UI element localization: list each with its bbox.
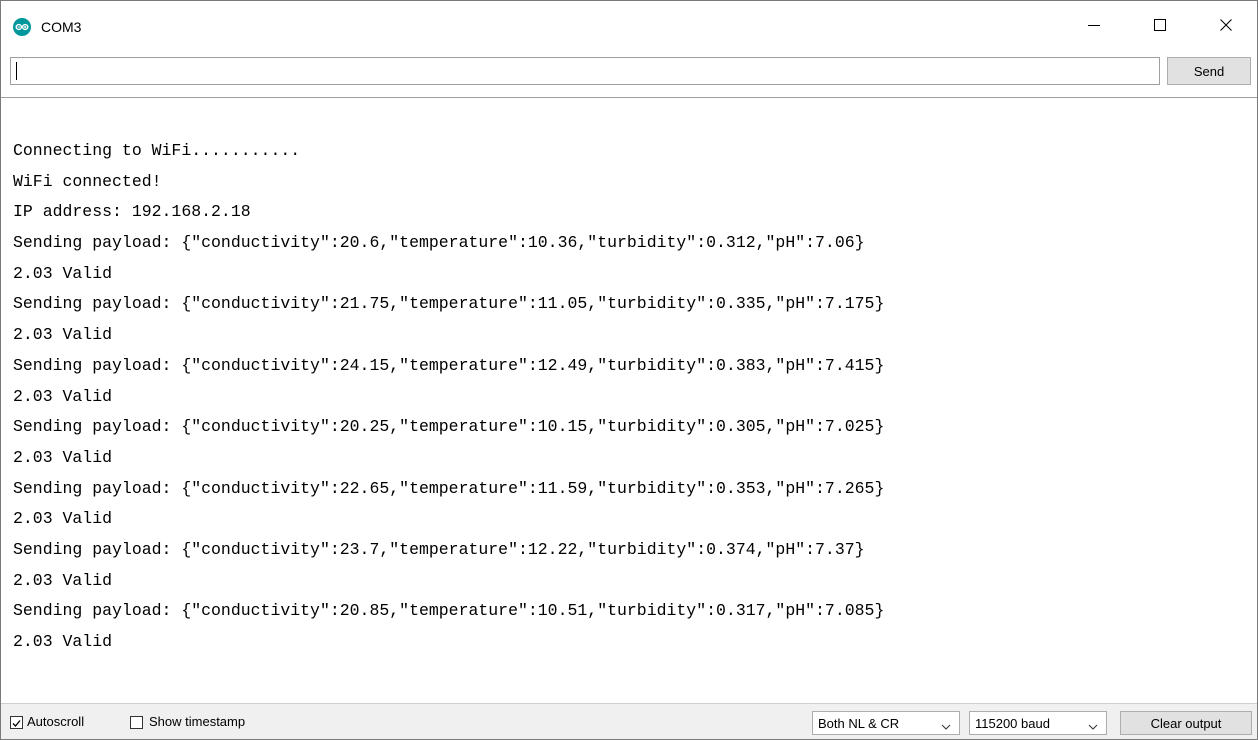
output-line: 2.03 Valid bbox=[13, 325, 113, 345]
close-button[interactable] bbox=[1203, 1, 1249, 53]
serial-monitor-window: COM3 Send Connecting to WiFi........... W… bbox=[0, 0, 1258, 740]
maximize-icon bbox=[1154, 18, 1166, 36]
window-title: COM3 bbox=[41, 19, 82, 35]
serial-input[interactable] bbox=[10, 57, 1160, 85]
show-timestamp-checkbox[interactable] bbox=[130, 716, 143, 729]
output-line: 2.03 Valid bbox=[13, 386, 113, 406]
serial-output[interactable]: Connecting to WiFi........... WiFi connec… bbox=[1, 98, 1257, 702]
output-line: 2.03 Valid bbox=[13, 447, 113, 467]
text-caret bbox=[16, 62, 17, 80]
chevron-down-icon bbox=[941, 719, 951, 734]
send-button[interactable]: Send bbox=[1167, 57, 1251, 85]
output-line: 2.03 Valid bbox=[13, 263, 113, 283]
output-line: 2.03 Valid bbox=[13, 632, 113, 651]
arduino-icon bbox=[13, 18, 31, 36]
output-line: 2.03 Valid bbox=[13, 509, 113, 529]
send-bar: Send bbox=[1, 53, 1257, 98]
output-line: Sending payload: {"conductivity":20.25,"… bbox=[13, 417, 885, 437]
show-timestamp-label[interactable]: Show timestamp bbox=[149, 714, 245, 730]
close-icon bbox=[1220, 18, 1232, 36]
output-line: Connecting to WiFi........... bbox=[13, 141, 301, 160]
output-line: Sending payload: {"conductivity":23.7,"t… bbox=[13, 539, 865, 559]
line-ending-value: Both NL & CR bbox=[818, 715, 900, 731]
baud-rate-select[interactable]: 115200 baud bbox=[969, 711, 1107, 735]
baud-rate-value: 115200 baud bbox=[975, 715, 1050, 731]
status-bar: Autoscroll Show timestamp Both NL & CR 1… bbox=[1, 703, 1257, 739]
output-line: Sending payload: {"conductivity":24.15,"… bbox=[13, 355, 885, 375]
minimize-button[interactable] bbox=[1071, 1, 1117, 53]
minimize-icon bbox=[1088, 18, 1100, 36]
output-line: Sending payload: {"conductivity":21.75,"… bbox=[13, 294, 885, 314]
line-ending-select[interactable]: Both NL & CR bbox=[812, 711, 960, 735]
output-lines: Connecting to WiFi........... WiFi connec… bbox=[13, 136, 884, 658]
autoscroll-label[interactable]: Autoscroll bbox=[27, 714, 84, 730]
output-line: WiFi connected! bbox=[13, 171, 162, 191]
title-bar[interactable]: COM3 bbox=[1, 1, 1257, 53]
chevron-down-icon bbox=[1088, 719, 1098, 734]
output-line: Sending payload: {"conductivity":20.85,"… bbox=[13, 601, 885, 621]
maximize-button[interactable] bbox=[1137, 1, 1183, 53]
output-line: 2.03 Valid bbox=[13, 570, 113, 590]
clear-output-button[interactable]: Clear output bbox=[1120, 711, 1252, 735]
output-line: Sending payload: {"conductivity":20.6,"t… bbox=[13, 233, 865, 253]
output-line: Sending payload: {"conductivity":22.65,"… bbox=[13, 478, 885, 498]
output-line: IP address: 192.168.2.18 bbox=[13, 202, 251, 222]
checkmark-icon bbox=[12, 720, 21, 727]
autoscroll-checkbox[interactable] bbox=[10, 716, 23, 729]
